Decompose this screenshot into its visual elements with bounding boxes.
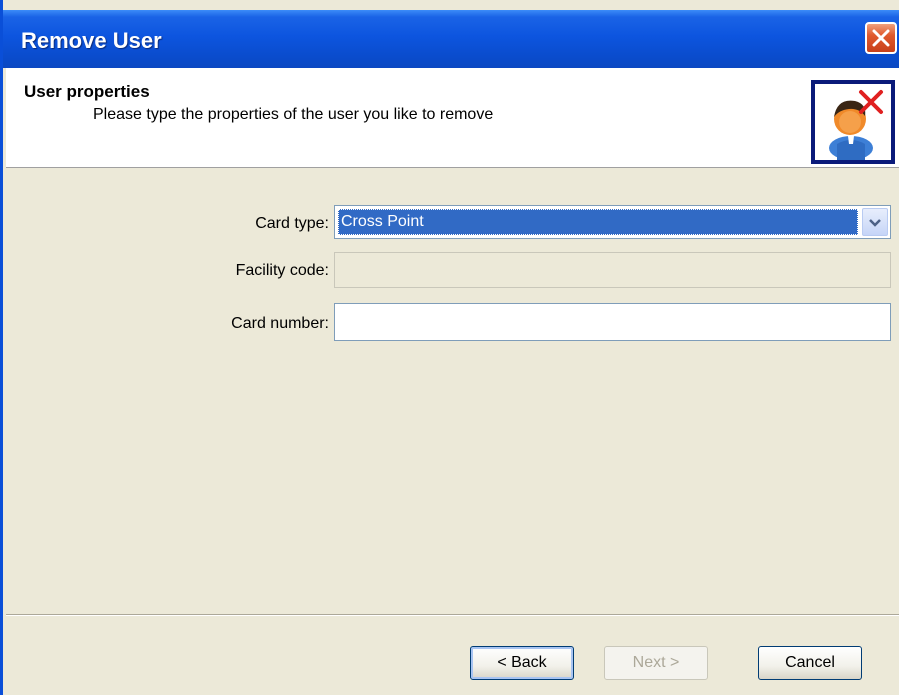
card-number-field[interactable] <box>334 303 891 341</box>
card-type-value: Cross Point <box>338 209 858 235</box>
next-button: Next > <box>604 646 708 680</box>
card-type-select[interactable]: Cross Point <box>334 205 891 239</box>
dropdown-button[interactable] <box>862 208 888 236</box>
back-button[interactable]: < Back <box>470 646 574 680</box>
facility-code-label: Facility code: <box>235 262 329 279</box>
header-subtitle: Please type the properties of the user y… <box>93 106 494 123</box>
wizard-header: User properties Please type the properti… <box>6 68 899 168</box>
footer-divider <box>6 614 899 616</box>
card-type-label: Card type: <box>255 215 329 232</box>
facility-code-row: Facility code: <box>3 252 899 288</box>
remove-user-dialog: Remove User User properties Please type … <box>0 0 899 695</box>
remove-user-icon <box>811 80 895 164</box>
chevron-down-icon <box>869 219 881 227</box>
title-bar[interactable]: Remove User <box>3 10 899 68</box>
cancel-button[interactable]: Cancel <box>758 646 862 680</box>
card-number-row: Card number: <box>3 303 899 343</box>
close-icon <box>872 29 890 47</box>
facility-code-field <box>334 252 891 288</box>
card-type-row: Card type: Cross Point <box>3 205 899 241</box>
header-title: User properties <box>24 82 150 101</box>
window-title: Remove User <box>21 28 162 53</box>
close-button[interactable] <box>865 22 897 54</box>
card-number-label: Card number: <box>231 315 329 332</box>
